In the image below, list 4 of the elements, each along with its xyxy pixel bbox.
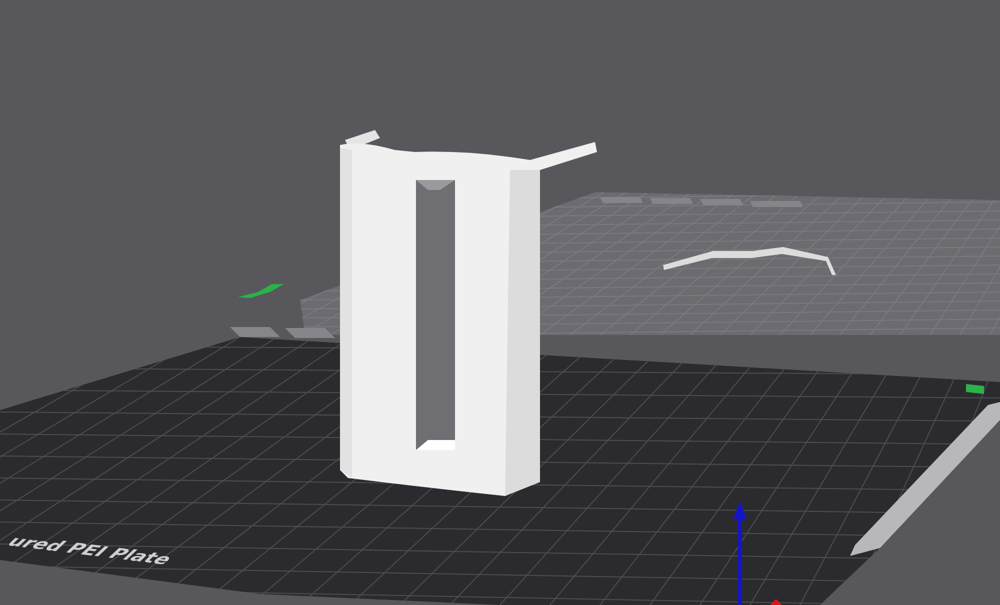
- x-axis-marker: [770, 599, 782, 605]
- plate-label: ured PEI Plate: [2, 532, 178, 568]
- plate-marker: [238, 284, 284, 298]
- plate-marker: [966, 384, 984, 394]
